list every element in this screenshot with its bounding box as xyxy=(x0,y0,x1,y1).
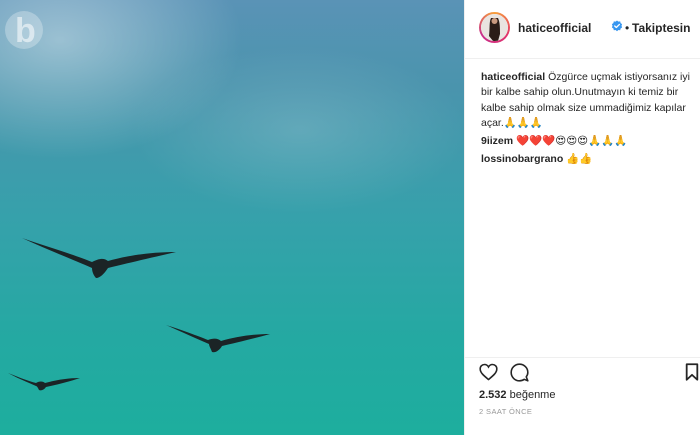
comment-username[interactable]: lossinobargrano xyxy=(481,153,563,165)
watermark-logo-icon: b xyxy=(5,11,43,50)
post-sidebar: haticeofficial • Takiptesin haticeoffici… xyxy=(464,0,700,435)
comment-emojis: 🙏🙏🙏 xyxy=(503,116,543,129)
avatar-photo xyxy=(481,14,508,41)
comments-list: haticeofficial Özgürce uçmak istiyorsanı… xyxy=(481,70,693,171)
post-timestamp[interactable]: 2 SAAT ÖNCE xyxy=(479,407,532,416)
follow-status-button[interactable]: Takiptesin xyxy=(632,21,690,35)
post-photo: b xyxy=(0,0,464,435)
comment-icon[interactable] xyxy=(510,363,529,382)
birds-illustration xyxy=(8,238,270,391)
comment-item: lossinobargrano 👍👍 xyxy=(481,152,693,167)
comment-emojis: ❤️❤️❤️😍😍😍🙏🙏🙏 xyxy=(516,135,628,148)
header-separator: • xyxy=(625,21,630,35)
header-username[interactable]: haticeofficial xyxy=(518,21,591,35)
comment-emojis: 👍👍 xyxy=(566,153,593,166)
svg-text:b: b xyxy=(15,12,36,50)
post-header: haticeofficial • Takiptesin xyxy=(465,0,700,59)
comment-caption: haticeofficial Özgürce uçmak istiyorsanı… xyxy=(481,70,693,131)
likes-number: 2.532 xyxy=(479,389,507,401)
action-bar xyxy=(465,357,700,386)
heart-icon[interactable] xyxy=(479,363,498,381)
comment-username[interactable]: haticeofficial xyxy=(481,71,545,83)
comment-item: 9iizem ❤️❤️❤️😍😍😍🙏🙏🙏 xyxy=(481,134,693,149)
bookmark-icon[interactable] xyxy=(685,363,699,381)
comment-username[interactable]: 9iizem xyxy=(481,135,513,147)
likes-label: beğenme xyxy=(509,389,556,401)
verified-badge-icon xyxy=(611,20,623,32)
likes-count[interactable]: 2.532 beğenme xyxy=(479,389,555,401)
avatar[interactable] xyxy=(479,12,510,43)
